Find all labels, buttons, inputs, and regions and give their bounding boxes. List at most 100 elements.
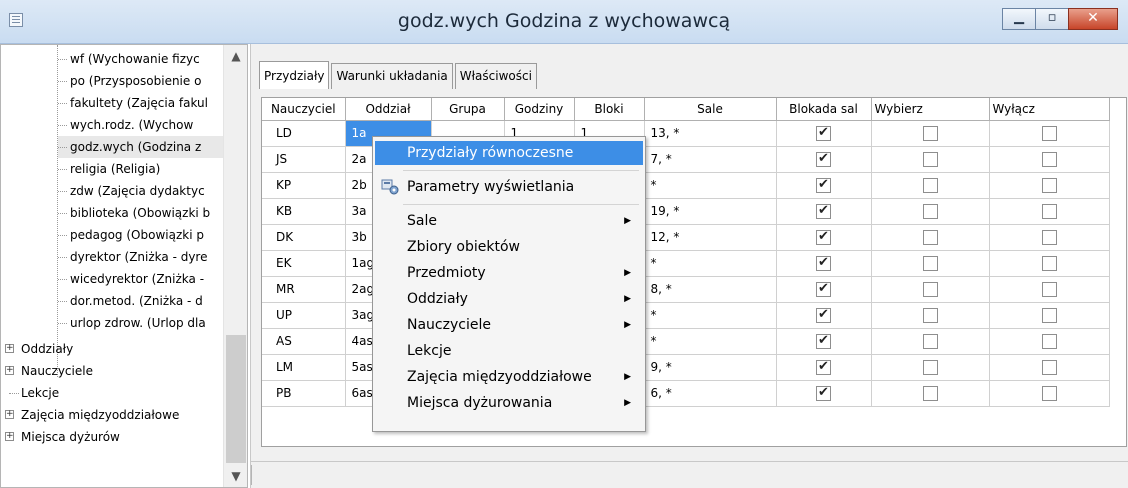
wybierz-checkbox[interactable] [922,177,938,193]
blokada-checkbox[interactable] [816,307,831,323]
tab-przydzialy[interactable]: Przydziały [259,61,330,89]
menu-item[interactable]: Nauczyciele ▶ [375,313,643,337]
tab-warunki-ukladania[interactable]: Warunki układania [331,63,453,89]
tree-item[interactable]: wf (Wychowanie fizyc [58,48,223,70]
blokada-checkbox[interactable] [816,385,831,401]
tree-item[interactable]: pedagog (Obowiązki p [58,224,223,246]
blokada-checkbox[interactable] [816,359,831,375]
wylacz-checkbox[interactable] [1041,203,1057,219]
column-header[interactable]: Sale [644,98,777,121]
tree-node[interactable]: + Miejsca dyżurów [5,426,223,448]
wybierz-checkbox[interactable] [922,203,938,219]
wybierz-checkbox[interactable] [922,333,938,349]
menu-item[interactable]: Oddziały ▶ [375,287,643,311]
wylacz-checkbox[interactable] [1041,359,1057,375]
column-header[interactable]: Godziny [504,98,575,121]
blokada-checkbox[interactable] [816,333,831,349]
menu-item[interactable]: Sale ▶ [375,209,643,233]
wybierz-checkbox[interactable] [922,229,938,245]
menu-item[interactable]: Zajęcia międzyoddziałowe ▶ [375,365,643,389]
menu-item[interactable]: Przydziały równoczesne [375,141,643,165]
wylacz-checkbox[interactable] [1041,255,1057,271]
tree-item[interactable]: wicedyrektor (Zniżka - [58,268,223,290]
wylacz-checkbox[interactable] [1041,177,1057,193]
menu-item[interactable]: Przedmioty ▶ [375,261,643,285]
cell-nauczyciel[interactable]: DK [262,224,346,251]
cell-nauczyciel[interactable]: LD [262,120,346,147]
blokada-checkbox[interactable] [816,229,831,245]
expand-icon[interactable]: + [5,366,14,375]
tree-item[interactable]: biblioteka (Obowiązki b [58,202,223,224]
column-header[interactable]: Grupa [431,98,505,121]
cell-nauczyciel[interactable]: UP [262,302,346,329]
tree-item[interactable]: dor.metod. (Zniżka - d [58,290,223,312]
wylacz-checkbox[interactable] [1041,385,1057,401]
column-header[interactable]: Blokada sal [776,98,872,121]
cell-nauczyciel[interactable]: KB [262,198,346,225]
scroll-thumb[interactable] [226,335,246,463]
menu-item[interactable]: Parametry wyświetlania [375,175,643,199]
tree-scrollbar[interactable]: ▲ ▼ [223,45,247,487]
wybierz-checkbox[interactable] [922,307,938,323]
column-header[interactable]: Bloki [574,98,645,121]
wylacz-checkbox[interactable] [1041,307,1057,323]
cell-nauczyciel[interactable]: JS [262,146,346,173]
tree-item[interactable]: po (Przysposobienie o [58,70,223,92]
wylacz-checkbox[interactable] [1041,151,1057,167]
cell-sale[interactable]: 6, * [644,380,777,407]
blokada-checkbox[interactable] [816,177,831,193]
cell-sale[interactable]: 19, * [644,198,777,225]
tree-item[interactable]: zdw (Zajęcia dydaktyc [58,180,223,202]
column-header[interactable]: Wybierz [871,98,990,121]
cell-nauczyciel[interactable]: EK [262,250,346,277]
blokada-checkbox[interactable] [816,151,831,167]
wylacz-checkbox[interactable] [1041,281,1057,297]
cell-sale[interactable]: * [644,302,777,329]
cell-sale[interactable]: * [644,250,777,277]
tree-item[interactable]: fakultety (Zajęcia fakul [58,92,223,114]
minimize-button[interactable]: ▁ [1002,8,1036,30]
blokada-checkbox[interactable] [816,125,831,141]
cell-sale[interactable]: 9, * [644,354,777,381]
blokada-checkbox[interactable] [816,281,831,297]
cell-nauczyciel[interactable]: AS [262,328,346,355]
wybierz-checkbox[interactable] [922,255,938,271]
wybierz-checkbox[interactable] [922,385,938,401]
tree-item[interactable]: dyrektor (Zniżka - dyre [58,246,223,268]
scroll-down-icon[interactable]: ▼ [224,465,247,487]
blokada-checkbox[interactable] [816,203,831,219]
column-header[interactable]: Oddział [345,98,432,121]
menu-item[interactable]: Miejsca dyżurowania ▶ [375,391,643,415]
tree-node[interactable]: + Zajęcia międzyoddziałowe [5,404,223,426]
wylacz-checkbox[interactable] [1041,229,1057,245]
maximize-button[interactable]: ▫ [1035,8,1069,30]
tree-node[interactable]: + Oddziały [5,338,223,360]
scroll-up-icon[interactable]: ▲ [224,45,247,67]
expand-icon[interactable]: + [5,410,14,419]
wybierz-checkbox[interactable] [922,125,938,141]
cell-sale[interactable]: * [644,172,777,199]
menu-item[interactable]: Lekcje [375,339,643,363]
cell-sale[interactable]: 12, * [644,224,777,251]
tree-item[interactable]: wych.rodz. (Wychow [58,114,223,136]
tab-wlasciwosci[interactable]: Właściwości [454,63,537,89]
cell-sale[interactable]: 8, * [644,276,777,303]
cell-nauczyciel[interactable]: LM [262,354,346,381]
wylacz-checkbox[interactable] [1041,125,1057,141]
expand-icon[interactable]: + [5,344,14,353]
cell-nauczyciel[interactable]: MR [262,276,346,303]
cell-sale[interactable]: 7, * [644,146,777,173]
column-header[interactable]: Wyłącz [989,98,1110,121]
cell-nauczyciel[interactable]: KP [262,172,346,199]
wybierz-checkbox[interactable] [922,151,938,167]
tree-item[interactable]: urlop zdrow. (Urlop dla [58,312,223,334]
wybierz-checkbox[interactable] [922,281,938,297]
tree-node[interactable]: Lekcje [5,382,223,404]
close-button[interactable]: ✕ [1068,8,1118,30]
wybierz-checkbox[interactable] [922,359,938,375]
menu-item[interactable]: Zbiory obiektów [375,235,643,259]
wylacz-checkbox[interactable] [1041,333,1057,349]
cell-sale[interactable]: 13, * [644,120,777,147]
tree-node[interactable]: + Nauczyciele [5,360,223,382]
expand-icon[interactable]: + [5,432,14,441]
